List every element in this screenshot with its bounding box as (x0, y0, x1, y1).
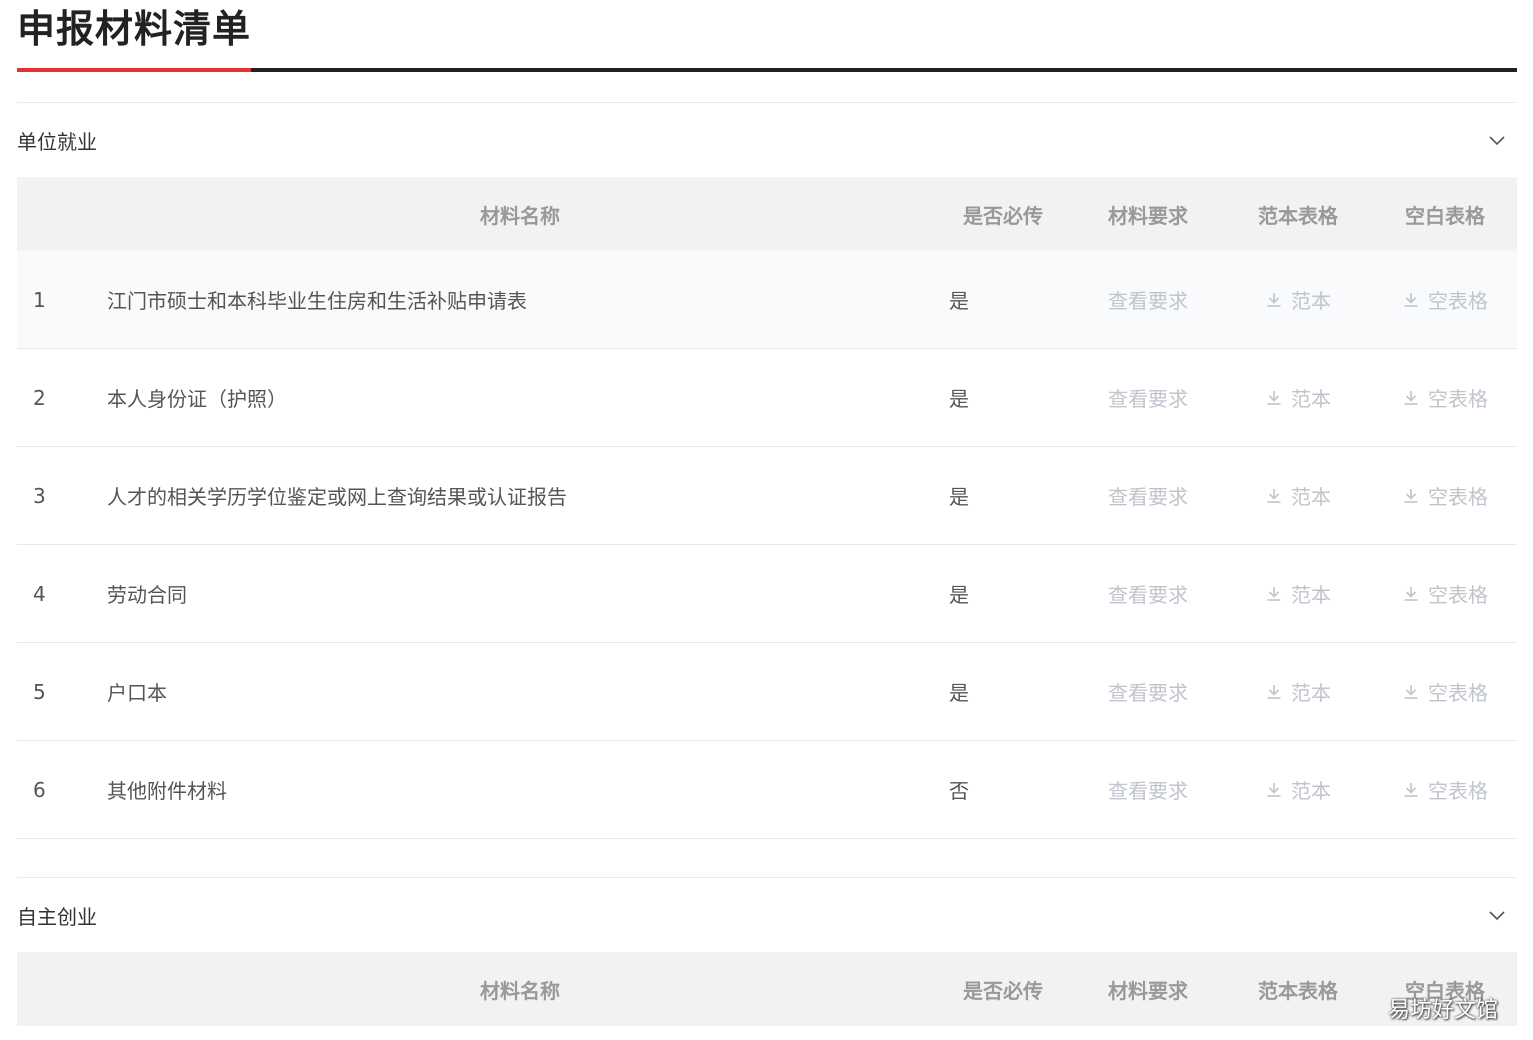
watermark: 易坊好文馆 (1388, 998, 1499, 1023)
download-icon (1404, 292, 1418, 307)
table-row: 6 其他附件材料否 查看要求 范本 空表格 (17, 740, 1517, 839)
download-icon (1267, 684, 1281, 699)
download-icon (1404, 782, 1418, 797)
sample-label: 范本 (1291, 779, 1331, 803)
header-requirements: 材料要求 (1108, 203, 1188, 228)
material-name: 江门市硕士和本科毕业生住房和生活补贴申请表 (107, 251, 933, 349)
table-header-row: 材料名称 是否必传 材料要求 范本表格 空白表格 (17, 177, 1517, 251)
header-name: 材料名称 (480, 203, 560, 228)
required-flag: 否 (933, 740, 1073, 839)
required-flag: 是 (933, 544, 1073, 643)
chevron-down-icon[interactable] (1487, 130, 1507, 150)
materials-table: 材料名称 是否必传 材料要求 范本表格 空白表格 (17, 952, 1517, 1026)
header-blank: 空白表格 (1405, 203, 1485, 228)
view-requirements-link[interactable]: 查看要求 (1108, 289, 1188, 313)
header-name: 材料名称 (480, 978, 560, 1003)
view-requirements-link[interactable]: 查看要求 (1108, 779, 1188, 803)
view-requirements-link[interactable]: 查看要求 (1108, 681, 1188, 705)
section-self-employment: 自主创业 材料名称 是否必传 材料要求 范本表格 空白表格 (17, 877, 1517, 1026)
row-index: 5 (17, 642, 107, 741)
sample-download-link[interactable]: 范本 (1265, 775, 1331, 804)
required-flag: 是 (933, 251, 1073, 349)
sample-label: 范本 (1291, 485, 1331, 509)
header-required: 是否必传 (963, 203, 1043, 228)
sample-label: 范本 (1291, 681, 1331, 705)
material-name: 人才的相关学历学位鉴定或网上查询结果或认证报告 (107, 446, 933, 545)
header-index (17, 177, 107, 251)
download-icon (1267, 292, 1281, 307)
blank-label: 空表格 (1428, 779, 1488, 803)
material-name: 户口本 (107, 642, 933, 741)
sample-label: 范本 (1291, 289, 1331, 313)
sample-download-link[interactable]: 范本 (1265, 383, 1331, 412)
page-content: 申报材料清单 单位就业 材料名称 是否必传 材料要求 范本表格 空白表格 1 江门 (17, 0, 1517, 1026)
blank-label: 空表格 (1428, 583, 1488, 607)
table-header-row: 材料名称 是否必传 材料要求 范本表格 空白表格 (17, 952, 1517, 1026)
material-name: 其他附件材料 (107, 740, 933, 839)
view-requirements-link[interactable]: 查看要求 (1108, 583, 1188, 607)
blank-download-link[interactable]: 空表格 (1402, 677, 1488, 706)
sample-label: 范本 (1291, 387, 1331, 411)
section-header-unit-employment[interactable]: 单位就业 (17, 103, 1517, 177)
header-index (17, 952, 107, 1026)
row-index: 4 (17, 544, 107, 643)
blank-download-link[interactable]: 空表格 (1402, 285, 1488, 314)
chevron-down-icon[interactable] (1487, 905, 1507, 925)
sample-download-link[interactable]: 范本 (1265, 579, 1331, 608)
blank-download-link[interactable]: 空表格 (1402, 775, 1488, 804)
view-requirements-link[interactable]: 查看要求 (1108, 485, 1188, 509)
material-name: 劳动合同 (107, 544, 933, 643)
section-unit-employment: 单位就业 材料名称 是否必传 材料要求 范本表格 空白表格 1 江门市硕士和本科毕… (17, 102, 1517, 839)
section-title: 自主创业 (17, 904, 97, 929)
header-sample: 范本表格 (1258, 978, 1338, 1003)
blank-download-link[interactable]: 空表格 (1402, 579, 1488, 608)
download-icon (1267, 390, 1281, 405)
blank-download-link[interactable]: 空表格 (1402, 481, 1488, 510)
table-row: 5 户口本是 查看要求 范本 空表格 (17, 642, 1517, 741)
download-icon (1267, 488, 1281, 503)
header-required: 是否必传 (963, 978, 1043, 1003)
table-row: 2 本人身份证（护照）是 查看要求 范本 空表格 (17, 348, 1517, 447)
row-index: 2 (17, 348, 107, 447)
download-icon (1404, 488, 1418, 503)
materials-table: 材料名称 是否必传 材料要求 范本表格 空白表格 1 江门市硕士和本科毕业生住房和… (17, 177, 1517, 839)
table-row: 3 人才的相关学历学位鉴定或网上查询结果或认证报告是 查看要求 范本 空表格 (17, 446, 1517, 545)
view-requirements-link[interactable]: 查看要求 (1108, 387, 1188, 411)
table-row: 4 劳动合同是 查看要求 范本 空表格 (17, 544, 1517, 643)
blank-label: 空表格 (1428, 289, 1488, 313)
row-index: 3 (17, 446, 107, 545)
download-icon (1267, 586, 1281, 601)
blank-label: 空表格 (1428, 387, 1488, 411)
title-underline (17, 68, 1517, 72)
download-icon (1404, 390, 1418, 405)
header-requirements: 材料要求 (1108, 978, 1188, 1003)
blank-label: 空表格 (1428, 485, 1488, 509)
row-index: 6 (17, 740, 107, 839)
section-title: 单位就业 (17, 129, 97, 154)
page-title: 申报材料清单 (17, 7, 252, 51)
sample-download-link[interactable]: 范本 (1265, 285, 1331, 314)
sample-download-link[interactable]: 范本 (1265, 677, 1331, 706)
sample-download-link[interactable]: 范本 (1265, 481, 1331, 510)
required-flag: 是 (933, 642, 1073, 741)
title-accent-bar (17, 68, 251, 72)
table-row: 1 江门市硕士和本科毕业生住房和生活补贴申请表是 查看要求 范本 空表格 (17, 251, 1517, 349)
download-icon (1404, 586, 1418, 601)
download-icon (1267, 782, 1281, 797)
required-flag: 是 (933, 348, 1073, 447)
row-index: 1 (17, 251, 107, 349)
material-name: 本人身份证（护照） (107, 348, 933, 447)
header-sample: 范本表格 (1258, 203, 1338, 228)
download-icon (1404, 684, 1418, 699)
sample-label: 范本 (1291, 583, 1331, 607)
required-flag: 是 (933, 446, 1073, 545)
section-header-self-employment[interactable]: 自主创业 (17, 878, 1517, 952)
blank-label: 空表格 (1428, 681, 1488, 705)
blank-download-link[interactable]: 空表格 (1402, 383, 1488, 412)
